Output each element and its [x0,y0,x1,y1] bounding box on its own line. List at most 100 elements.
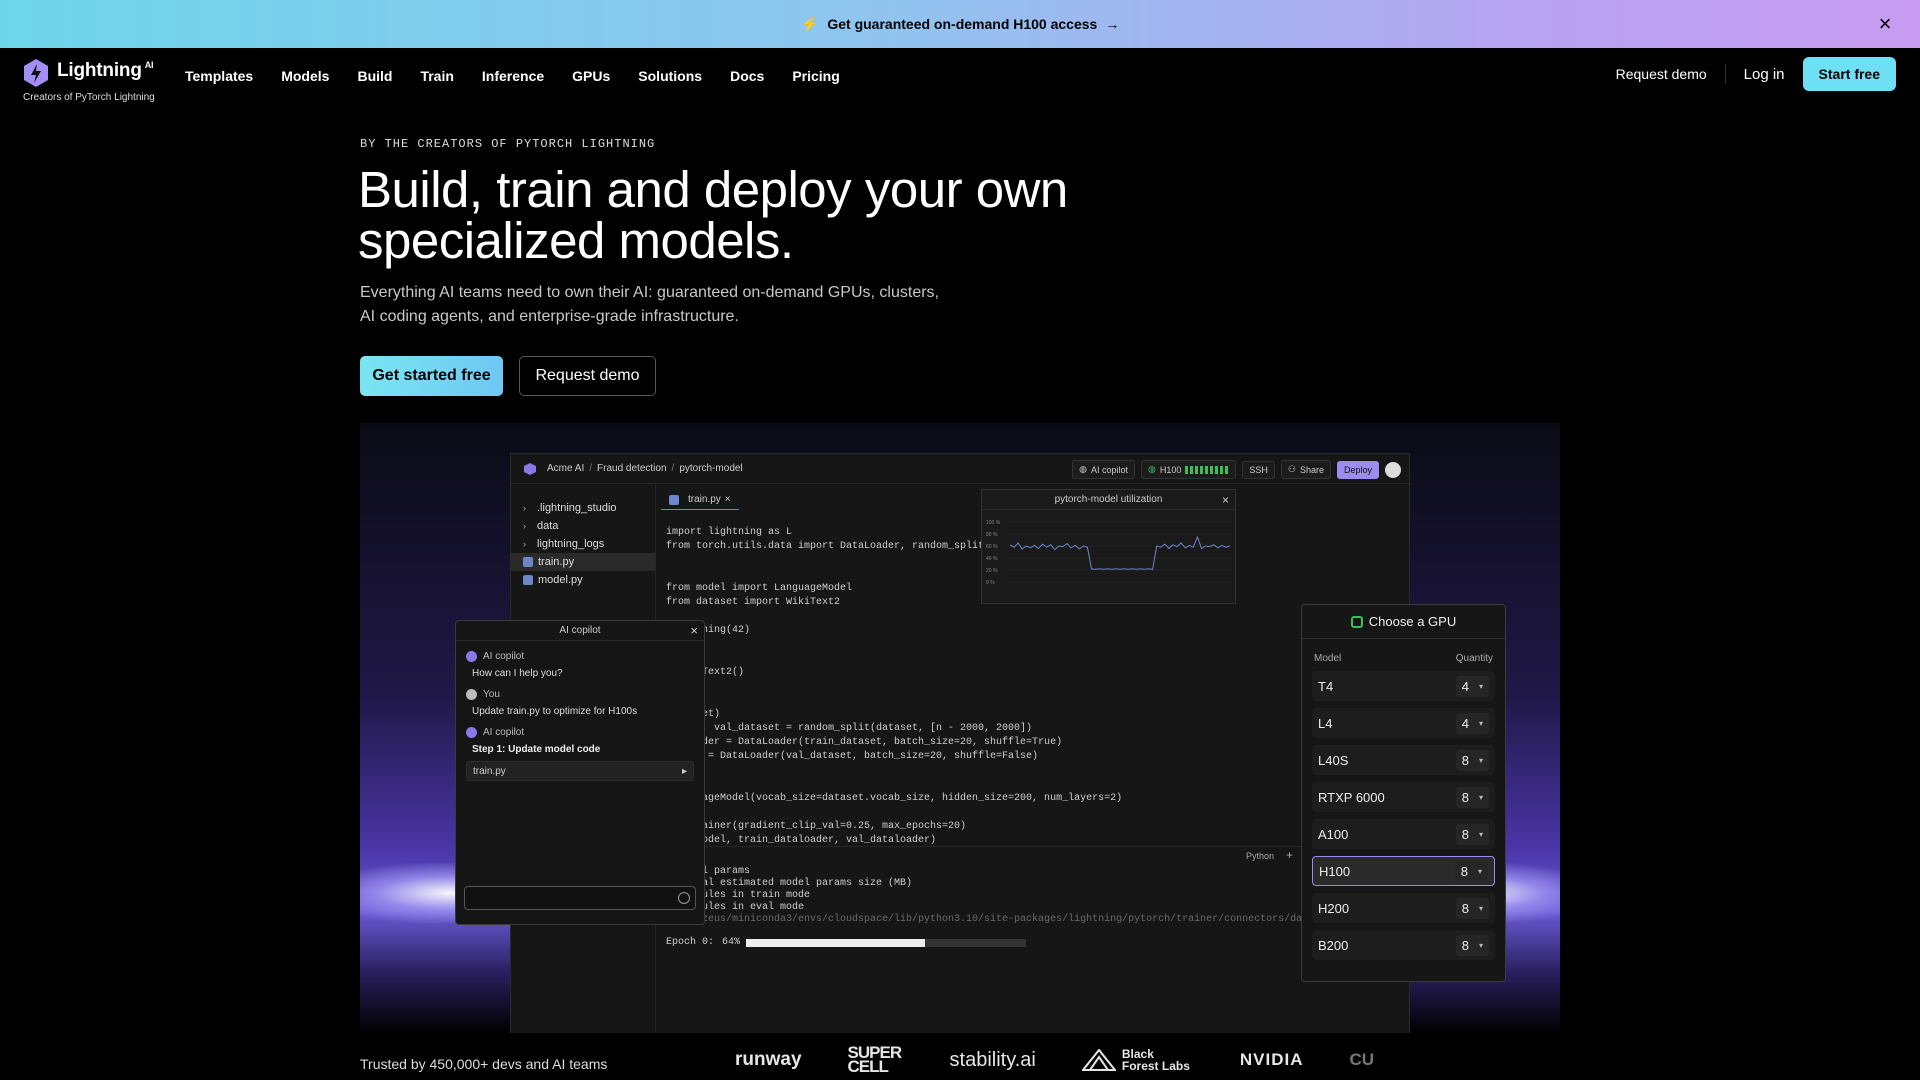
gpu-model: L40S [1318,752,1349,768]
headline-line-1: Build, train and deploy your own [358,161,1068,218]
gpu-row-rtxp-6000[interactable]: RTXP 6000 8 ▾ [1312,782,1495,812]
nav-link-docs[interactable]: Docs [730,68,764,84]
gpu-row-t4[interactable]: T4 4 ▾ [1312,671,1495,701]
request-demo-button[interactable]: Request demo [519,356,656,396]
gpu-rows: T4 4 ▾ L4 4 ▾ L40S 8 ▾ RTXP 6000 8 ▾ A100 8 ▾ H100 8 ▾ H20… [1302,671,1505,960]
close-icon[interactable]: × [1222,493,1229,507]
gpu-quantity-select[interactable]: 8 ▾ [1455,749,1489,771]
subtext-line-2: AI coding agents, and enterprise-grade i… [360,308,739,325]
partial-logo: CU [1349,1050,1375,1069]
copilot-icon: ◍ [1079,464,1087,474]
share-icon: ⚇ [1287,464,1296,474]
tree-folder[interactable]: › .lightning_studio [511,499,655,517]
terminal-divider [656,846,1301,862]
ssh-button[interactable]: SSH [1242,460,1275,479]
gpu-row-l4[interactable]: L4 4 ▾ [1312,708,1495,738]
code-line: (dataset) [666,708,1122,722]
gpu-row-l40s[interactable]: L40S 8 ▾ [1312,745,1495,775]
message-text: Step 1: Update model code [472,744,601,755]
plus-icon[interactable]: + [1286,848,1293,862]
close-icon[interactable]: × [1874,13,1896,35]
gpu-row-h100[interactable]: H100 8 ▾ [1312,856,1495,886]
login-link[interactable]: Log in [1744,66,1785,83]
breadcrumb-org[interactable]: Acme AI [547,463,584,474]
avatar[interactable] [1385,461,1401,478]
y-tick-label: 20 % [986,568,998,574]
y-tick-label: 40 % [986,556,998,562]
lightning-bolt-icon: ⚡ [800,16,820,33]
banner-text[interactable]: Get guaranteed on-demand H100 access [827,16,1097,32]
nav-link-solutions[interactable]: Solutions [638,68,702,84]
col-model: Model [1314,653,1342,664]
get-started-button[interactable]: Get started free [360,356,503,396]
tab-train-py[interactable]: train.py × [661,490,739,510]
nav-link-build[interactable]: Build [357,68,392,84]
customer-logos: runway SUPER CELL stability.ai Black For… [735,1043,1375,1076]
gpu-quantity-select[interactable]: 8 ▾ [1455,823,1489,845]
gpu-picker: Choose a GPU Model Quantity T4 4 ▾ L4 4 ▾ L40S… [1301,604,1506,982]
deploy-button[interactable]: Deploy [1336,460,1379,479]
gpu-quantity-select[interactable]: 4 ▾ [1455,675,1489,697]
nav-link-templates[interactable]: Templates [185,68,253,84]
gpu-label: H100 [1159,464,1182,475]
gpu-quantity-value: 4 [1461,715,1469,731]
chat-message: AI copilot Step 1: Update model code [466,727,694,755]
share-label: Share [1299,464,1324,475]
epoch-percent: 64% [722,937,741,948]
studio-topbar: Acme AI / Fraud detection / pytorch-mode… [511,454,1411,484]
gpu-model: RTXP 6000 [1318,789,1385,805]
supercell-logo: SUPER CELL [847,1043,903,1076]
gpu-quantity-select[interactable]: 8 ▾ [1455,934,1489,956]
tree-file[interactable]: model.py [511,571,655,589]
lightning-logo-icon [24,59,48,87]
gpu-status-button[interactable]: ◍ H100 [1140,460,1237,479]
request-demo-link[interactable]: Request demo [1616,66,1707,82]
breadcrumb-project[interactable]: Fraud detection [597,463,667,474]
utilization-chart: 100 % 80 % 60 % 40 % 20 % 0 % [986,520,1231,586]
tree-label: model.py [538,574,583,586]
send-icon[interactable] [678,892,690,904]
share-button[interactable]: ⚇ Share [1280,460,1331,479]
hero-subtext: Everything AI teams need to own their AI… [360,281,1000,329]
gpu-row-h200[interactable]: H200 8 ▾ [1312,893,1495,923]
tab-label: train.py [688,494,721,505]
nav-link-train[interactable]: Train [420,68,453,84]
file-chip[interactable]: train.py ▸ [466,761,694,781]
python-file-icon [523,575,533,585]
terminal-lang-select[interactable]: Python [1246,851,1274,861]
python-file-icon [669,494,679,505]
code-line: ataset, val_dataset = random_split(datas… [666,723,1033,734]
utilization-panel: pytorch-model utilization × 100 % 80 % 60 … [981,489,1236,604]
file-chip-label: train.py [473,765,506,777]
copilot-avatar-icon [466,651,477,662]
tree-folder[interactable]: › data [511,517,655,535]
brand-sup: AI [144,60,154,70]
nav-link-pricing[interactable]: Pricing [792,68,839,84]
hero-headline: Build, train and deploy your own special… [358,164,1258,266]
gpu-quantity-select[interactable]: 8 ▾ [1454,860,1488,882]
nav-link-inference[interactable]: Inference [482,68,544,84]
start-free-button[interactable]: Start free [1802,57,1896,91]
chevron-down-icon: ▾ [1478,792,1483,802]
gpu-quantity-select[interactable]: 8 ▾ [1455,897,1489,919]
close-icon[interactable]: × [690,623,698,638]
tree-folder[interactable]: › lightning_logs [511,535,655,553]
close-icon[interactable]: × [725,494,731,505]
nvidia-logo: NVIDIA [1239,1050,1304,1069]
breadcrumb-studio[interactable]: pytorch-model [679,463,742,474]
tree-file[interactable]: train.py [511,553,655,571]
nav-link-models[interactable]: Models [281,68,329,84]
message-text: Update train.py to optimize for H100s [472,706,638,717]
gpu-row-a100[interactable]: A100 8 ▾ [1312,819,1495,849]
gpu-row-b200[interactable]: B200 8 ▾ [1312,930,1495,960]
chevron-down-icon: ▾ [1477,866,1482,876]
nav-link-gpus[interactable]: GPUs [572,68,610,84]
gpu-quantity-select[interactable]: 4 ▾ [1455,712,1489,734]
ai-copilot-button[interactable]: ◍ AI copilot [1072,460,1135,479]
copilot-chat-input[interactable] [464,886,696,910]
promo-banner[interactable]: ⚡ Get guaranteed on-demand H100 access →… [0,0,1920,48]
gpu-quantity-value: 8 [1460,863,1468,879]
gpu-quantity-select[interactable]: 8 ▾ [1455,786,1489,808]
